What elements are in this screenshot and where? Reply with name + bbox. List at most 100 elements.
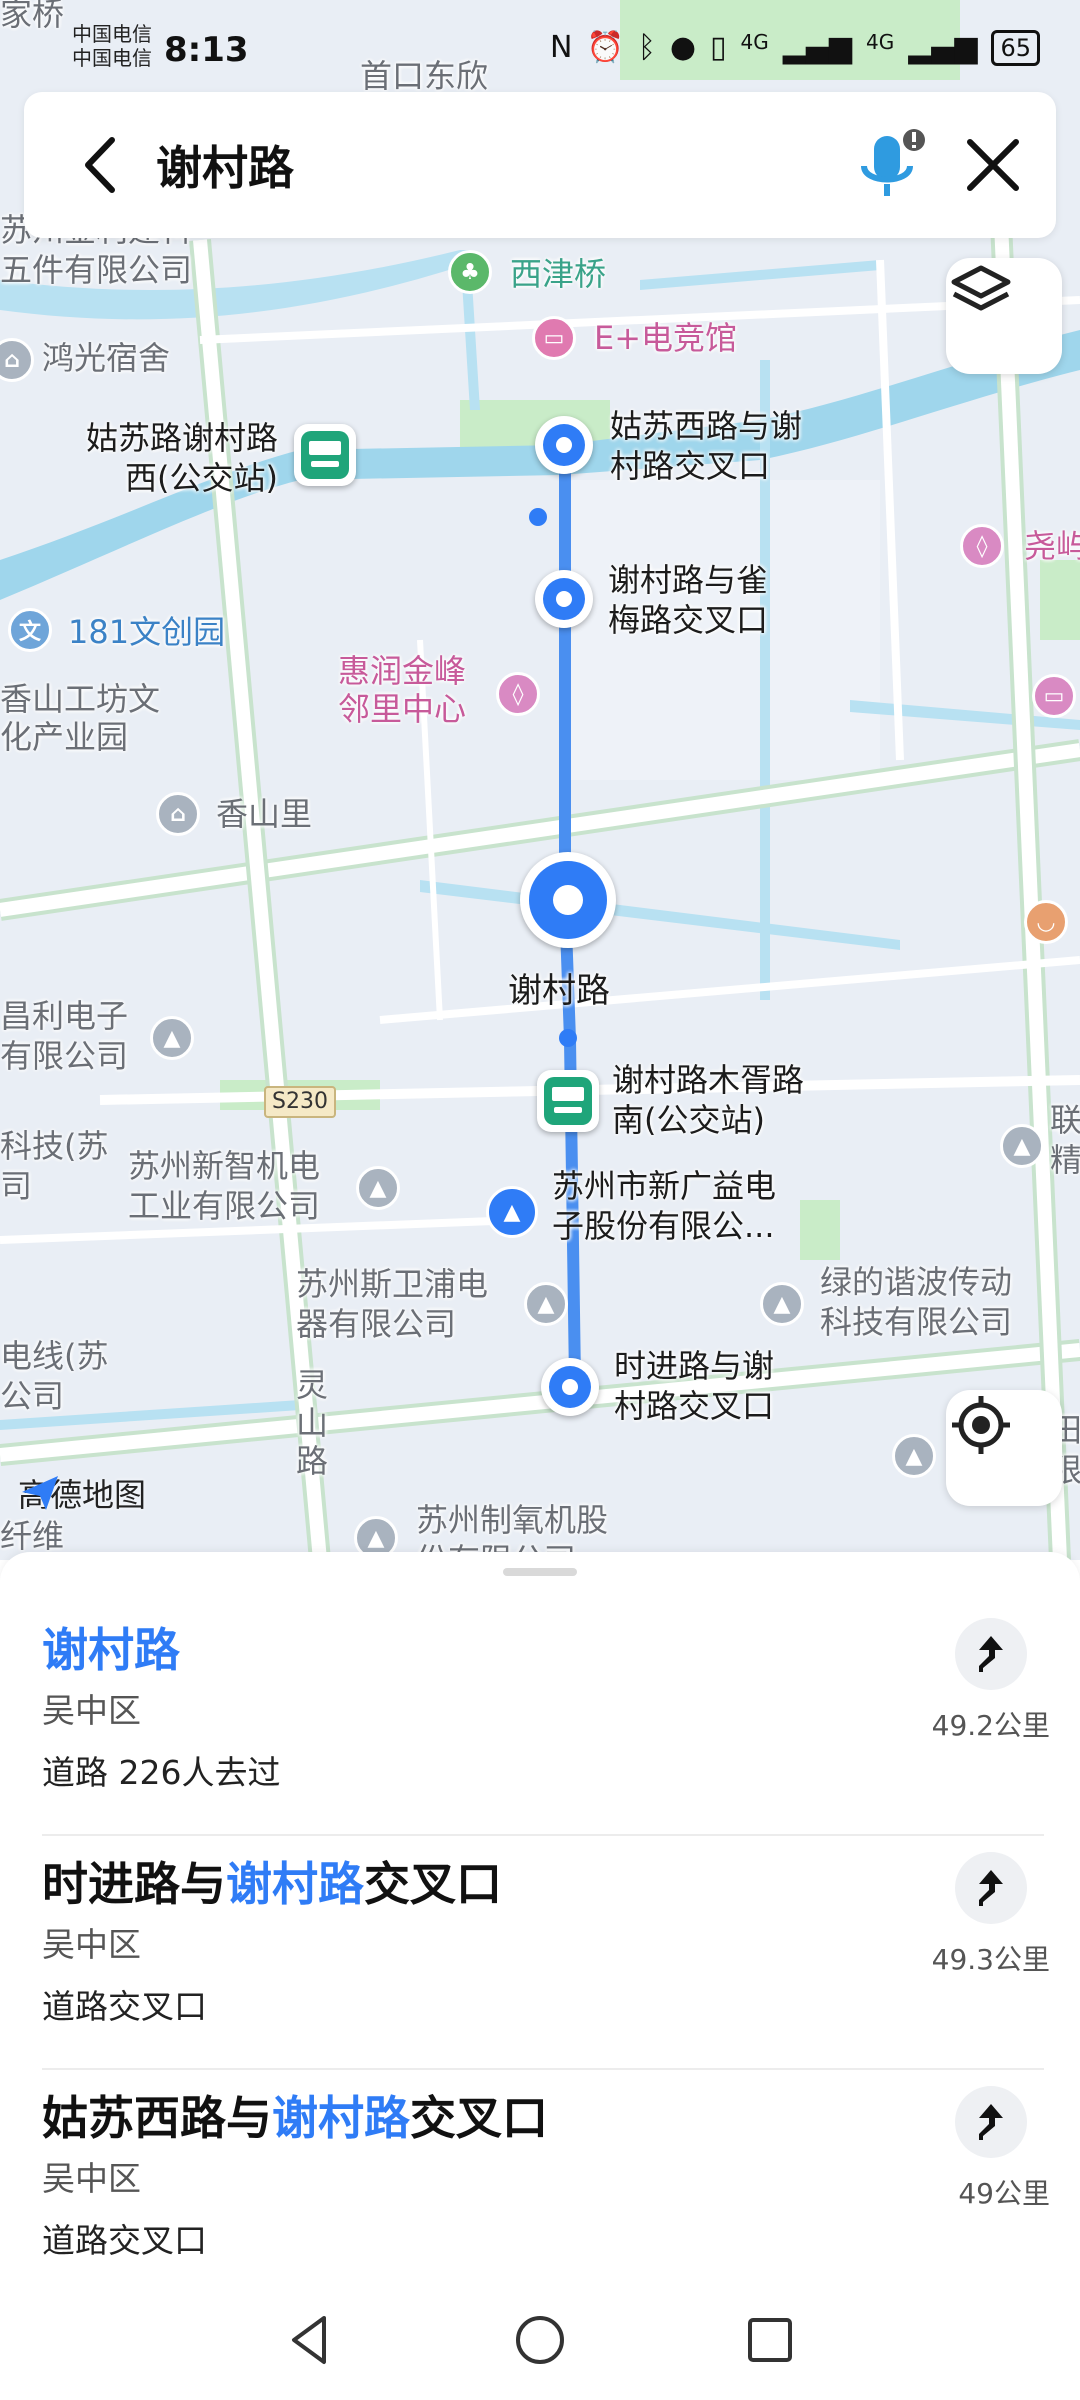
map-pin-shijin-cross[interactable]: [541, 1358, 599, 1416]
signal-icon: ▂▄▆: [908, 30, 978, 65]
esports-icon[interactable]: ▭: [532, 316, 576, 360]
map-label-xijinqiao[interactable]: 西津桥: [510, 254, 606, 294]
status-time: 8:13: [164, 30, 249, 70]
map-label-huirun[interactable]: 惠润金峰 邻里中心: [338, 652, 466, 728]
signal-icon: ▂▄▆: [782, 30, 852, 65]
navigate-button[interactable]: [955, 2086, 1027, 2158]
map-label-siwei[interactable]: 苏州斯卫浦电 器有限公司: [296, 1264, 488, 1344]
map-label-xiangshan[interactable]: 香山工坊文 化产业园: [0, 680, 160, 756]
result-title[interactable]: 姑苏西路与谢村路交叉口: [42, 2082, 548, 2148]
result-title[interactable]: 时进路与谢村路交叉口: [42, 1848, 502, 1914]
company-icon[interactable]: ▲: [892, 1434, 936, 1478]
map-label-gusu-bus[interactable]: 姑苏路谢村路 西(公交站): [68, 418, 278, 498]
nav-recents-icon[interactable]: [740, 2310, 800, 2370]
map-label-queme-cross[interactable]: 谢村路与雀 梅路交叉口: [608, 560, 768, 640]
crosshair-icon: [952, 1396, 1010, 1454]
company-icon[interactable]: ▲: [356, 1166, 400, 1210]
map-label-xinguang[interactable]: 苏州市新广益电 子股份有限公...: [552, 1166, 776, 1246]
selected-location-pin[interactable]: [520, 852, 616, 948]
turn-arrow-icon: [979, 2104, 1003, 2140]
map-label-muxu[interactable]: 谢村路木胥路 南(公交站): [612, 1060, 804, 1140]
turn-arrow-icon: [979, 1870, 1003, 1906]
back-icon[interactable]: [64, 126, 142, 204]
company-icon[interactable]: ▲: [524, 1282, 568, 1326]
map-pin-queme-cross[interactable]: [535, 570, 593, 628]
status-icons: N ⏰ ᛒ ● ▯ 4G ▂▄▆ 4G ▂▄▆ 65: [550, 30, 1040, 66]
map-label-right[interactable]: 联精: [1050, 1100, 1080, 1180]
close-icon[interactable]: [954, 126, 1032, 204]
park-icon[interactable]: ♣: [448, 250, 492, 294]
result-item[interactable]: 谢村路 吴中区 道路 226人去过 49.2公里: [0, 1614, 1080, 1847]
locate-button[interactable]: [946, 1390, 1062, 1506]
map-label-selected[interactable]: 谢村路: [508, 970, 610, 1013]
result-district: 吴中区: [42, 1925, 141, 1964]
result-item[interactable]: 时进路与谢村路交叉口 吴中区 道路交叉口 49.3公里: [0, 1848, 1080, 2081]
result-district: 吴中区: [42, 1691, 141, 1730]
layers-button[interactable]: [946, 258, 1062, 374]
results-sheet[interactable]: 谢村路 吴中区 道路 226人去过 49.2公里 时进路与谢村路交叉口 吴中区 …: [0, 1552, 1080, 2400]
location-icon: ●: [669, 30, 697, 65]
result-distance: 49.3公里: [931, 1943, 1050, 1976]
battery-indicator: 65: [991, 30, 1040, 66]
signal-label: 4G: [740, 30, 769, 54]
result-title[interactable]: 谢村路: [42, 1614, 180, 1680]
bus-stop-icon[interactable]: [294, 424, 356, 486]
alarm-icon: ⏰: [586, 30, 624, 65]
road-label-lingshan: 灵山路: [296, 1366, 329, 1480]
layers-icon: [951, 265, 1011, 311]
status-bar: 中国电信 中国电信 8:13 N ⏰ ᛒ ● ▯ 4G ▂▄▆ 4G ▂▄▆ 6…: [0, 0, 1080, 100]
company-icon[interactable]: ▲: [1000, 1124, 1044, 1168]
result-item[interactable]: 姑苏西路与谢村路交叉口 吴中区 道路交叉口 49公里: [0, 2082, 1080, 2315]
company-icon[interactable]: ▲: [760, 1282, 804, 1326]
search-bar[interactable]: 谢村路: [24, 92, 1056, 238]
nfc-icon: N: [550, 30, 573, 65]
map-label-esports[interactable]: E+电竞馆: [594, 318, 737, 358]
shop-icon[interactable]: ▭: [1032, 674, 1076, 718]
turn-arrow-icon: [979, 1636, 1003, 1672]
sheet-drag-handle[interactable]: [503, 1568, 577, 1576]
map-label-fiber[interactable]: 纤维: [0, 1516, 64, 1556]
map-label-wire[interactable]: 电线(苏 公司: [0, 1336, 109, 1416]
result-distance: 49.2公里: [931, 1709, 1050, 1742]
map-label-lvde[interactable]: 绿的谐波传动 科技有限公司: [820, 1262, 1012, 1342]
bluetooth-icon: ᛒ: [637, 30, 656, 65]
voice-search-icon[interactable]: [844, 122, 934, 212]
residence-icon[interactable]: ⌂: [156, 792, 200, 836]
company-pin-icon[interactable]: ▲: [486, 1186, 538, 1238]
result-meta: 道路交叉口: [42, 1987, 207, 2026]
map-label-wenchuang[interactable]: 181文创园: [68, 612, 225, 652]
map-pin-gusu-cross[interactable]: [535, 416, 593, 474]
search-query[interactable]: 谢村路: [156, 132, 294, 198]
map-label-tech[interactable]: 科技(苏司: [0, 1126, 109, 1206]
company-icon[interactable]: ▲: [150, 1016, 194, 1060]
bus-stop-icon[interactable]: [537, 1070, 599, 1132]
nav-home-icon[interactable]: [510, 2310, 570, 2370]
system-nav-bar: [0, 2290, 1080, 2400]
navigate-button[interactable]: [955, 1852, 1027, 1924]
map-logo: 高德地图: [18, 1470, 146, 1516]
signal-label: 4G: [866, 30, 895, 54]
map-label-shijin-cross[interactable]: 时进路与谢 村路交叉口: [614, 1346, 774, 1426]
divider: [42, 2068, 1044, 2070]
food-icon[interactable]: ◡: [1024, 900, 1068, 944]
vibrate-icon: ▯: [710, 30, 727, 65]
result-district: 吴中区: [42, 2159, 141, 2198]
map-label-hongguang[interactable]: 鸿光宿舍: [42, 338, 170, 378]
map-label-xinzhi[interactable]: 苏州新智机电 工业有限公司: [128, 1146, 320, 1226]
culture-icon[interactable]: 文: [8, 608, 52, 652]
highway-shield: S230: [264, 1086, 336, 1118]
nav-back-icon[interactable]: [280, 2310, 340, 2370]
amap-logo-icon: [22, 1476, 58, 1510]
map-label-right[interactable]: 尧屿: [1024, 526, 1080, 566]
result-distance: 49公里: [958, 2177, 1050, 2210]
result-meta: 道路 226人去过: [42, 1753, 281, 1792]
map-label-changli[interactable]: 昌利电子 有限公司: [0, 996, 128, 1076]
carrier-info: 中国电信 中国电信: [72, 22, 152, 70]
result-meta: 道路交叉口: [42, 2221, 207, 2260]
divider: [42, 1834, 1044, 1836]
map-label-gusu-cross[interactable]: 姑苏西路与谢 村路交叉口: [610, 406, 802, 486]
map-label-xiangshanli[interactable]: 香山里: [216, 794, 312, 834]
mall-icon[interactable]: ◊: [496, 672, 540, 716]
shopping-icon[interactable]: ◊: [960, 524, 1004, 568]
navigate-button[interactable]: [955, 1618, 1027, 1690]
